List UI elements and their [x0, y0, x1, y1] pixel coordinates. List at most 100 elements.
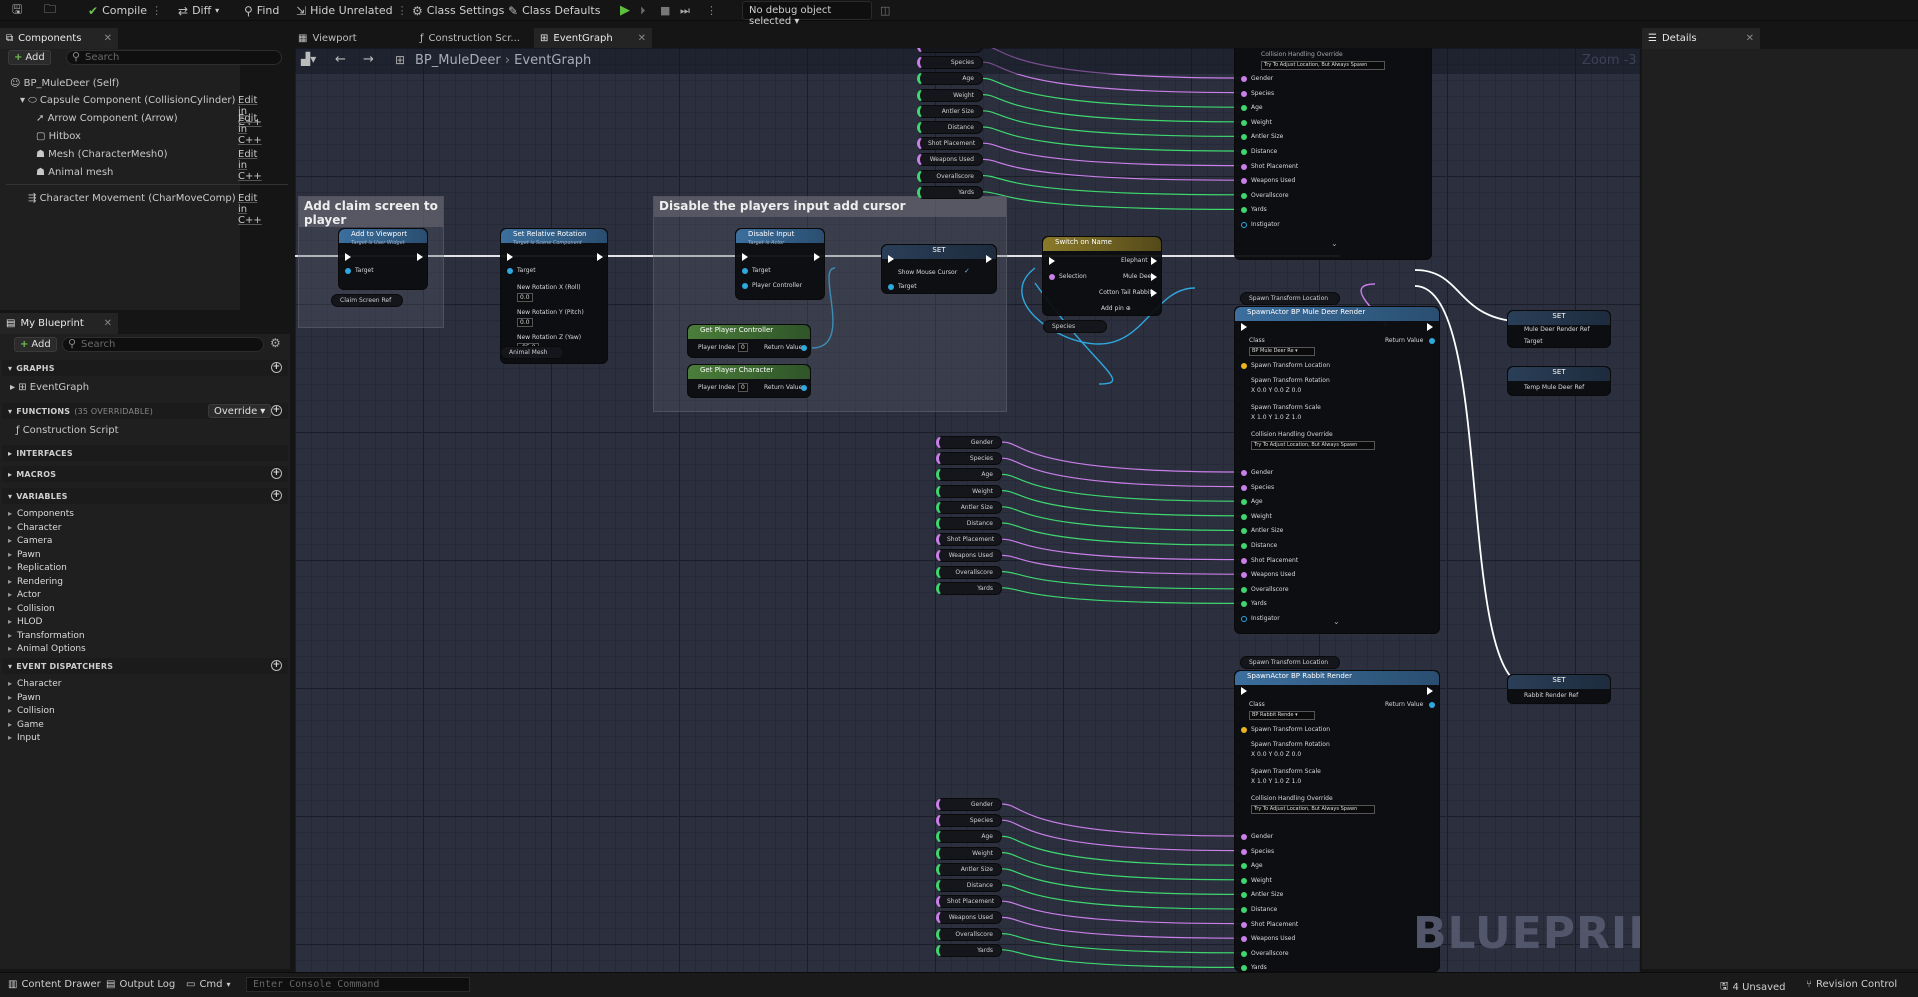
scale-values[interactable]: X 1.0 Y 1.0 Z 1.0 — [1251, 778, 1301, 785]
node-get-player-character[interactable]: Get Player Character Player Index 0 Retu… — [687, 364, 811, 398]
input-pin[interactable] — [1241, 863, 1247, 870]
var-getter-pill[interactable]: Weapons Used — [936, 911, 1002, 925]
category-camera[interactable]: Camera — [8, 536, 52, 546]
input-pin[interactable] — [1241, 76, 1247, 82]
exec-out-pin[interactable] — [417, 253, 423, 261]
node-disable-input[interactable]: Disable Input Target is Actor Target Pla… — [735, 228, 825, 300]
node-spawn-rabbit[interactable]: SpawnActor BP Rabbit Render Class Return… — [1234, 670, 1440, 972]
exec-out-pin[interactable] — [1427, 323, 1433, 331]
override-dropdown[interactable]: Override ▾ — [208, 404, 272, 418]
components-search[interactable]: Search — [66, 50, 282, 65]
instigator-pin[interactable] — [1241, 222, 1247, 228]
var-getter-pill[interactable]: Yards — [917, 185, 983, 199]
player-index-input[interactable]: 0 — [738, 383, 748, 392]
component-animal-mesh[interactable]: ☗ Animal mesh — [36, 167, 113, 178]
tab-details[interactable]: ☰ Details ✕ — [1642, 28, 1760, 49]
var-spawn-transform-location-rabbit[interactable]: Spawn Transform Location — [1240, 656, 1340, 669]
var-animal-mesh[interactable]: Animal Mesh — [500, 346, 564, 359]
var-getter-pill[interactable]: Weight — [917, 88, 983, 102]
category-hlod[interactable]: HLOD — [8, 617, 42, 627]
var-getter-pill[interactable]: Weight — [936, 484, 1002, 498]
exec-in-pin[interactable] — [507, 253, 513, 261]
step-button[interactable]: ⏵ — [640, 1, 646, 20]
target-pin[interactable] — [507, 268, 513, 274]
instigator-pin[interactable] — [1241, 616, 1247, 622]
exec-out-pin[interactable] — [597, 253, 603, 261]
target-pin[interactable] — [345, 268, 351, 274]
node-set-mule-ref[interactable]: SET Mule Deer Render Ref Target — [1507, 310, 1611, 348]
debug-browse-icon[interactable]: ◫ — [880, 1, 890, 20]
var-getter-pill[interactable]: Age — [936, 468, 1002, 482]
input-pin[interactable] — [1241, 936, 1247, 943]
component-character-movement[interactable]: ⇶ Character Movement (CharMoveComp) — [28, 193, 236, 204]
input-pin[interactable] — [1241, 470, 1247, 476]
var-getter-pill[interactable]: Gender — [917, 48, 983, 53]
exec-in-pin[interactable] — [742, 253, 748, 261]
console-input[interactable]: Enter Console Command — [246, 977, 470, 992]
category-input[interactable]: Input — [8, 733, 40, 743]
selection-pin[interactable] — [1049, 274, 1055, 280]
input-pin[interactable] — [1241, 965, 1247, 972]
node-set-show-mouse-cursor[interactable]: SET Show Mouse Cursor ✓ Target — [881, 244, 997, 294]
var-getter-pill[interactable]: Yards — [936, 943, 1002, 957]
settings-gear-icon[interactable]: ⚙ — [270, 336, 281, 350]
return-value-pin[interactable] — [1429, 702, 1435, 708]
input-pin[interactable] — [1241, 192, 1247, 199]
save-icon[interactable]: 🖫 — [12, 1, 22, 20]
tab-my-blueprint[interactable]: ▤ My Blueprint ✕ — [0, 313, 118, 334]
input-pin[interactable] — [1241, 848, 1247, 855]
breadcrumb-graph[interactable]: EventGraph — [514, 53, 591, 68]
var-getter-pill[interactable]: Species — [936, 452, 1002, 466]
node-set-rabbit-ref[interactable]: SET Rabbit Render Ref — [1507, 674, 1611, 704]
rotation-values[interactable]: X 0.0 Y 0.0 Z 0.0 — [1251, 387, 1301, 394]
category-components[interactable]: Components — [8, 509, 74, 519]
exec-out-rabbit[interactable] — [1151, 289, 1157, 297]
add-variable-icon[interactable]: + — [271, 490, 282, 501]
input-pin[interactable] — [1241, 921, 1247, 928]
var-claim-screen-ref[interactable]: Claim Screen Ref — [331, 294, 403, 307]
input-pin[interactable] — [1241, 543, 1247, 549]
rotation-values[interactable]: X 0.0 Y 0.0 Z 0.0 — [1251, 751, 1301, 758]
function-construction-script[interactable]: ƒ Construction Script — [16, 425, 119, 436]
input-pin[interactable] — [1241, 178, 1247, 185]
component-capsule[interactable]: ▾ ⬭ Capsule Component (CollisionCylinder… — [20, 95, 235, 106]
class-settings-button[interactable]: ⚙ Class Settings — [412, 1, 504, 20]
target-pin[interactable] — [742, 268, 748, 274]
tab-eventgraph[interactable]: ⊞ EventGraph ✕ — [534, 28, 652, 49]
input-pin[interactable] — [1241, 557, 1247, 564]
tab-construction-script[interactable]: ƒ Construction Scr... — [414, 28, 532, 49]
bookmark-icon[interactable]: ▟▾ — [301, 52, 316, 66]
var-getter-pill[interactable]: Species — [936, 814, 1002, 828]
component-mesh[interactable]: ☗ Mesh (CharacterMesh0) — [36, 149, 168, 160]
class-select[interactable]: BP Mule Deer Re ▾ — [1249, 347, 1315, 356]
exec-out-elephant[interactable] — [1151, 257, 1157, 265]
class-defaults-button[interactable]: ✎ Class Defaults — [508, 1, 600, 20]
transform-location-pin[interactable] — [1241, 363, 1247, 369]
var-getter-pill[interactable]: Gender — [936, 798, 1002, 811]
input-pin[interactable] — [1241, 572, 1247, 579]
var-getter-pill[interactable]: Yards — [936, 581, 1002, 595]
var-getter-pill[interactable]: Gender — [936, 436, 1002, 449]
input-pin[interactable] — [1241, 499, 1247, 506]
add-function-icon[interactable]: + — [271, 405, 282, 416]
edit-cpp-mesh[interactable]: Edit in C++ — [238, 149, 262, 182]
forward-arrow-icon[interactable]: → — [363, 52, 374, 67]
input-pin[interactable] — [1241, 601, 1247, 608]
var-getter-pill[interactable]: Overallscore — [917, 169, 983, 183]
play-options-button[interactable]: ⋮ — [706, 1, 717, 20]
node-add-to-viewport[interactable]: Add to Viewport Target is User Widget Ta… — [338, 228, 428, 290]
exec-out-pin[interactable] — [1427, 687, 1433, 695]
add-component-button[interactable]: + Add — [8, 50, 51, 65]
exec-in-pin[interactable] — [345, 253, 351, 261]
var-getter-pill[interactable]: Age — [936, 830, 1002, 844]
node-spawn-actor-top[interactable]: Collision Handling Override Try To Adjus… — [1234, 48, 1432, 260]
var-getter-pill[interactable]: Shot Placement — [936, 895, 1002, 909]
section-event-dispatchers[interactable]: ▾ EVENT DISPATCHERS + — [2, 658, 288, 674]
var-spawn-transform-location[interactable]: Spawn Transform Location — [1240, 292, 1340, 305]
section-graphs[interactable]: ▾ GRAPHS + — [2, 360, 288, 376]
rot-x-input[interactable]: 0.0 — [517, 293, 533, 302]
var-getter-pill[interactable]: Distance — [936, 879, 1002, 892]
var-getter-pill[interactable]: Weapons Used — [917, 153, 983, 167]
class-select[interactable]: BP Rabbit Rende ▾ — [1249, 711, 1315, 720]
add-graph-icon[interactable]: + — [271, 362, 282, 373]
